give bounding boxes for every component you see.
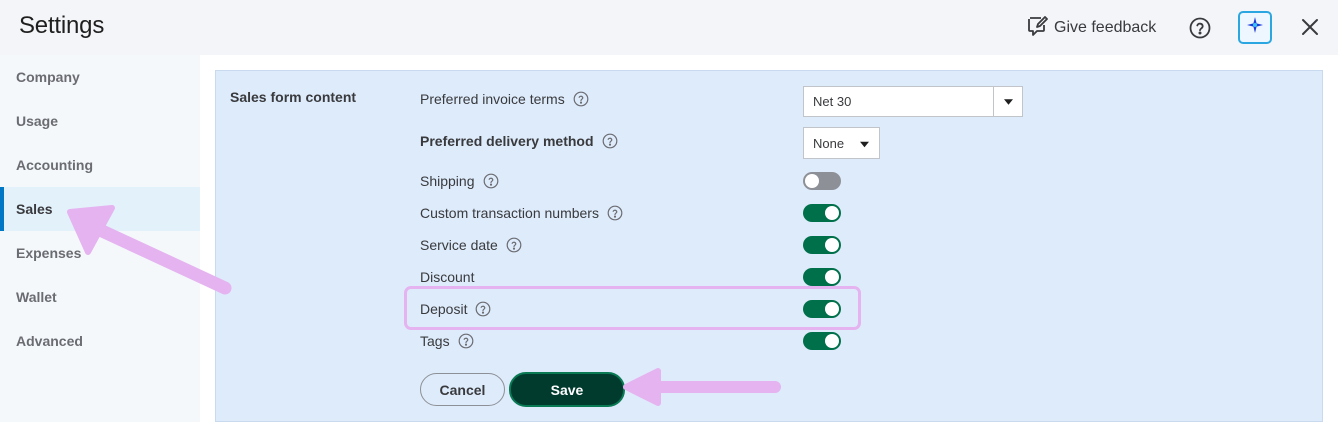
top-bar: Settings Give feedback (0, 0, 1338, 55)
sales-form-content-panel: Sales form content Preferred invoice ter… (215, 70, 1323, 422)
settings-sidebar: Company Usage Accounting Sales Expenses … (0, 55, 200, 422)
sparkle-icon (1245, 15, 1265, 40)
tags-label: Tags (420, 333, 450, 349)
toggle-knob (825, 270, 839, 284)
discount-toggle[interactable] (803, 268, 841, 286)
delivery-method-row: Preferred delivery method (420, 133, 618, 149)
invoice-terms-select[interactable]: Net 30 (803, 86, 1023, 117)
close-icon[interactable] (1299, 16, 1321, 38)
toggle-knob (825, 334, 839, 348)
shipping-toggle[interactable] (803, 172, 841, 190)
help-icon[interactable] (1188, 16, 1212, 40)
caret-down-icon (860, 136, 869, 151)
feedback-label: Give feedback (1054, 19, 1157, 36)
help-circle-icon[interactable] (458, 333, 474, 349)
sidebar-item-usage[interactable]: Usage (0, 99, 200, 143)
tags-row: Tags (420, 333, 474, 349)
service-date-label: Service date (420, 237, 498, 253)
service-date-toggle[interactable] (803, 236, 841, 254)
help-circle-icon[interactable] (607, 205, 623, 221)
delivery-method-label: Preferred delivery method (420, 133, 594, 149)
deposit-highlight-annotation (404, 286, 861, 330)
custom-transaction-numbers-label: Custom transaction numbers (420, 205, 599, 221)
service-date-row: Service date (420, 237, 522, 253)
discount-row: Discount (420, 269, 474, 285)
help-circle-icon[interactable] (506, 237, 522, 253)
help-circle-icon[interactable] (573, 91, 589, 107)
shipping-row: Shipping (420, 173, 499, 189)
page-title: Settings (19, 12, 105, 39)
invoice-terms-value: Net 30 (813, 94, 852, 109)
custom-transaction-numbers-toggle[interactable] (803, 204, 841, 222)
save-button[interactable]: Save (509, 372, 625, 407)
toggle-knob (825, 238, 839, 252)
help-circle-icon[interactable] (483, 173, 499, 189)
custom-transaction-numbers-row: Custom transaction numbers (420, 205, 623, 221)
sidebar-item-company[interactable]: Company (0, 55, 200, 99)
caret-down-icon (993, 87, 1022, 116)
section-title: Sales form content (230, 89, 357, 105)
sidebar-item-wallet[interactable]: Wallet (0, 275, 200, 319)
tags-toggle[interactable] (803, 332, 841, 350)
sidebar-item-advanced[interactable]: Advanced (0, 319, 200, 363)
invoice-terms-label: Preferred invoice terms (420, 91, 565, 107)
discount-label: Discount (420, 269, 475, 285)
cancel-button[interactable]: Cancel (420, 373, 505, 406)
shipping-label: Shipping (420, 173, 475, 189)
help-circle-icon[interactable] (602, 133, 618, 149)
settings-content: Sales form content Preferred invoice ter… (200, 55, 1338, 422)
sidebar-item-expenses[interactable]: Expenses (0, 231, 200, 275)
give-feedback-button[interactable]: Give feedback (1026, 14, 1156, 42)
assistant-button[interactable] (1238, 11, 1272, 44)
sidebar-item-accounting[interactable]: Accounting (0, 143, 200, 187)
sidebar-item-sales[interactable]: Sales (0, 187, 200, 231)
toggle-knob (805, 174, 819, 188)
feedback-icon (1026, 15, 1048, 42)
delivery-method-value: None (813, 135, 845, 151)
toggle-knob (825, 206, 839, 220)
delivery-method-select[interactable]: None (803, 127, 880, 159)
invoice-terms-row: Preferred invoice terms (420, 91, 589, 107)
